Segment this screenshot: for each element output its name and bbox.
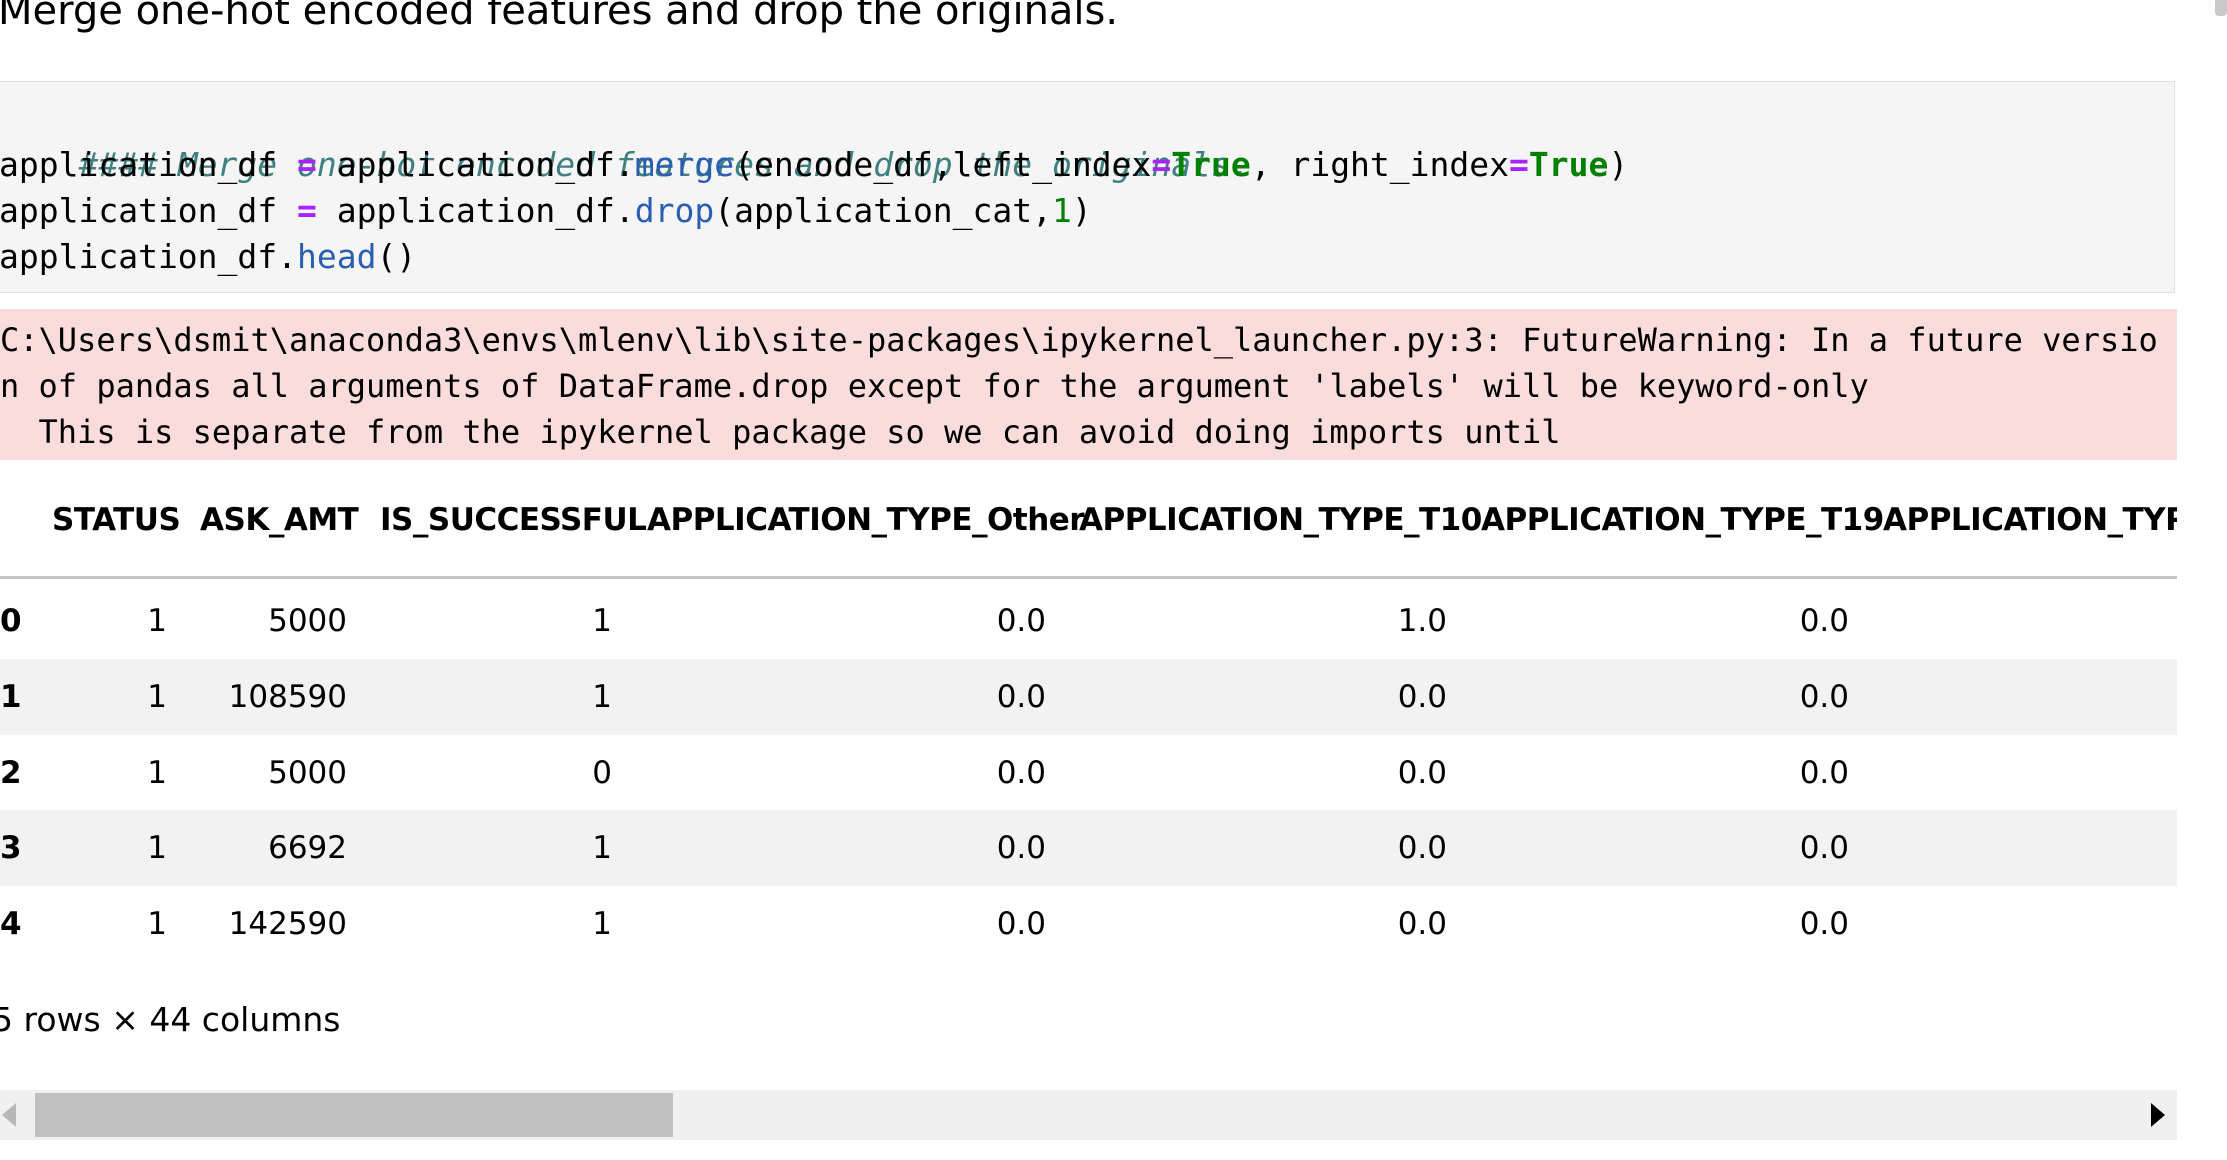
- table-cell: 0.0: [1799, 830, 1849, 866]
- table-row: 2 1 5000 0 0.0 0.0 0.0: [0, 735, 2177, 811]
- code-token: ): [1608, 145, 1629, 184]
- dataframe-table: STATUS ASK_AMT IS_SUCCESSFUL APPLICATION…: [0, 480, 2177, 960]
- table-cell: 0.0: [1799, 679, 1849, 715]
- table-row: 4 1 142590 1 0.0 0.0 0.0: [0, 886, 2177, 960]
- markdown-heading: Merge one-hot encoded features and drop …: [0, 0, 1119, 34]
- table-cell: 0.0: [1397, 679, 1447, 715]
- code-operator: =: [1151, 145, 1172, 184]
- table-cell: 0.0: [1799, 755, 1849, 791]
- table-cell: 1: [147, 906, 167, 942]
- code-keyword: True: [1171, 145, 1251, 184]
- table-cell: 5000: [268, 755, 347, 791]
- code-operator: =: [1509, 145, 1529, 184]
- code-method: drop: [634, 191, 715, 230]
- table-cell: 0.0: [996, 679, 1046, 715]
- table-cell: 1: [592, 906, 612, 942]
- code-cell[interactable]: #### Merge one-hot encoded features and …: [0, 81, 2175, 293]
- table-row: 3 1 6692 1 0.0 0.0 0.0: [0, 810, 2177, 886]
- code-token: application_df: [0, 145, 298, 184]
- column-header: IS_SUCCESSFUL: [380, 502, 647, 538]
- code-token: application_df.: [316, 145, 635, 184]
- row-index: 3: [0, 830, 22, 866]
- stderr-line: n of pandas all arguments of DataFrame.d…: [0, 367, 1869, 405]
- code-method: head: [297, 237, 377, 276]
- column-header: APPLICATION_TYPE_Other: [647, 502, 1085, 538]
- column-header: STATUS: [52, 502, 181, 538]
- code-token: , right_index: [1250, 145, 1509, 184]
- scrollbar-thumb[interactable]: [35, 1093, 673, 1137]
- table-cell: 0.0: [1799, 603, 1849, 639]
- table-cell: 1: [592, 679, 612, 715]
- row-index: 0: [0, 603, 22, 639]
- horizontal-scrollbar[interactable]: [0, 1090, 2177, 1140]
- table-cell: 0.0: [996, 603, 1046, 639]
- code-line-3: application_df = application_df.drop(app…: [0, 188, 1092, 234]
- row-index: 4: [0, 906, 22, 942]
- code-token: (application_cat,: [714, 191, 1053, 230]
- table-cell: 6692: [268, 830, 347, 866]
- dataframe-shape-summary: 5 rows × 44 columns: [0, 1000, 341, 1039]
- table-cell: 0.0: [996, 830, 1046, 866]
- code-token: (encode_df,left_index: [734, 145, 1152, 184]
- table-header-row: STATUS ASK_AMT IS_SUCCESSFUL APPLICATION…: [0, 480, 2177, 579]
- code-token: application_df.: [0, 237, 298, 276]
- code-line-1: #### Merge one-hot encoded features and …: [0, 96, 1250, 184]
- code-line-4: application_df.head(): [0, 234, 416, 280]
- code-token: application_df: [0, 191, 298, 230]
- code-method: merge: [634, 145, 735, 184]
- code-number: 1: [1052, 191, 1072, 230]
- column-header: APPLICATION_TYPE: [1883, 502, 2177, 538]
- table-cell: 0.0: [1397, 906, 1447, 942]
- stderr-line: C:\Users\dsmit\anaconda3\envs\mlenv\lib\…: [0, 321, 2158, 359]
- table-cell: 0.0: [996, 906, 1046, 942]
- table-cell: 0.0: [1397, 755, 1447, 791]
- code-keyword: True: [1528, 145, 1609, 184]
- row-index: 1: [0, 679, 22, 715]
- code-operator: =: [297, 145, 317, 184]
- column-header: APPLICATION_TYPE_T19: [1481, 502, 1884, 538]
- code-token: application_df.: [316, 191, 635, 230]
- table-cell: 5000: [268, 603, 347, 639]
- stderr-output: C:\Users\dsmit\anaconda3\envs\mlenv\lib\…: [0, 309, 2177, 460]
- table-cell: 0.0: [996, 755, 1046, 791]
- table-cell: 0: [592, 755, 612, 791]
- code-token: ): [1071, 191, 1092, 230]
- table-cell: 1.0: [1397, 603, 1447, 639]
- table-cell: 1: [592, 603, 612, 639]
- stderr-line: This is separate from the ipykernel pack…: [0, 413, 1561, 451]
- code-operator: =: [297, 191, 317, 230]
- table-cell: 1: [147, 679, 167, 715]
- table-row: 1 1 108590 1 0.0 0.0 0.0: [0, 659, 2177, 735]
- scroll-right-arrow-icon[interactable]: [2151, 1103, 2165, 1127]
- table-cell: 1: [147, 830, 167, 866]
- table-cell: 0.0: [1397, 830, 1447, 866]
- table-cell: 1: [147, 755, 167, 791]
- scroll-left-arrow-icon[interactable]: [2, 1103, 16, 1127]
- table-row: 0 1 5000 1 0.0 1.0 0.0: [0, 583, 2177, 659]
- vertical-scrollbar-thumb[interactable]: [2215, 0, 2227, 16]
- column-header: ASK_AMT: [200, 502, 359, 538]
- code-line-2: application_df = application_df.merge(en…: [0, 142, 1628, 188]
- table-cell: 108590: [228, 679, 347, 715]
- table-cell: 142590: [228, 906, 347, 942]
- column-header: APPLICATION_TYPE_T10: [1079, 502, 1482, 538]
- table-cell: 1: [592, 830, 612, 866]
- code-token: (): [376, 237, 417, 276]
- table-cell: 0.0: [1799, 906, 1849, 942]
- table-cell: 1: [147, 603, 167, 639]
- row-index: 2: [0, 755, 22, 791]
